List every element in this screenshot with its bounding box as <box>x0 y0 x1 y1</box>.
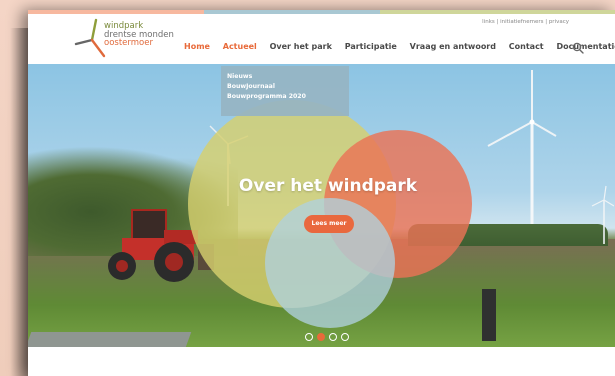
slider-dot-4[interactable] <box>341 333 349 341</box>
marker-post <box>482 289 496 341</box>
link-links[interactable]: links <box>482 19 495 25</box>
dropdown-item-bouwprogramma-2020[interactable]: Bouwprogramma 2020 <box>227 92 349 102</box>
site-logo[interactable]: windpark drentse monden oostermoer <box>74 18 194 62</box>
logo-text: windpark drentse monden oostermoer <box>104 22 174 48</box>
main-navigation: Home Actueel Over het park Participatie … <box>184 42 615 56</box>
read-more-button[interactable]: Lees meer <box>304 215 354 233</box>
slider-dot-2[interactable] <box>317 333 325 341</box>
slider-dot-1[interactable] <box>305 333 313 341</box>
nav-actueel[interactable]: Actueel <box>223 42 257 51</box>
hero-title: Over het windpark <box>238 176 418 196</box>
wind-turbine-image <box>591 185 614 244</box>
utility-links: links | initiatiefnemers | privacy <box>482 19 569 25</box>
slider-dot-3[interactable] <box>329 333 337 341</box>
logo-line-3: oostermoer <box>104 38 153 48</box>
nav-documentatie[interactable]: Documentatie <box>556 42 615 51</box>
link-initiatiefnemers[interactable]: initiatiefnemers <box>500 19 543 25</box>
windmill-logo-icon <box>74 18 106 58</box>
actueel-dropdown-menu: Nieuws BouwJournaal Bouwprogramma 2020 <box>221 66 349 116</box>
nav-contact[interactable]: Contact <box>509 42 544 51</box>
hero-road <box>28 332 192 347</box>
dropdown-item-nieuws[interactable]: Nieuws <box>227 72 349 82</box>
nav-vraag-en-antwoord[interactable]: Vraag en antwoord <box>410 42 496 51</box>
web-page: windpark drentse monden oostermoer links… <box>28 10 615 376</box>
link-privacy[interactable]: privacy <box>549 19 569 25</box>
site-header: windpark drentse monden oostermoer links… <box>28 14 615 64</box>
nav-home[interactable]: Home <box>184 42 210 51</box>
nav-participatie[interactable]: Participatie <box>345 42 397 51</box>
dropdown-item-bouwjournaal[interactable]: BouwJournaal <box>227 82 349 92</box>
slider-dots <box>305 326 353 341</box>
nav-over-het-park[interactable]: Over het park <box>270 42 332 51</box>
search-icon[interactable] <box>572 42 584 54</box>
